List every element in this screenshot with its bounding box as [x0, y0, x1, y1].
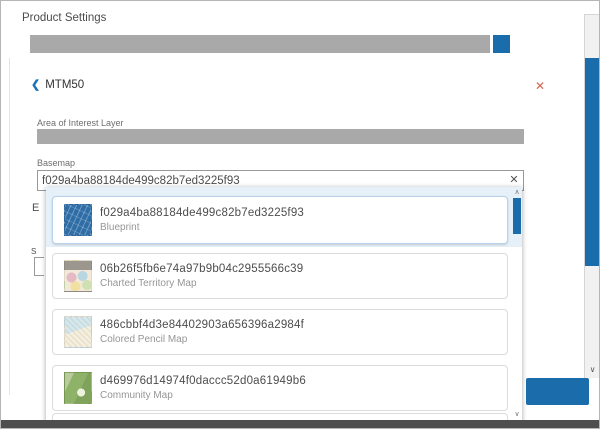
basemap-dropdown: f029a4ba88184de499c82b7ed3225f93 Bluepri… — [46, 187, 522, 429]
page-scroll-thumb[interactable] — [585, 58, 600, 266]
back-label: MTM50 — [45, 79, 84, 91]
basemap-option-blueprint[interactable]: f029a4ba88184de499c82b7ed3225f93 Bluepri… — [52, 196, 508, 244]
occluded-label-s: S — [31, 247, 36, 256]
dropdown-scroll-down-button[interactable]: ∨ — [512, 409, 522, 419]
option-name: Community Map — [100, 390, 306, 401]
option-id: d469976d14974f0daccc52d0a61949b6 — [100, 375, 306, 387]
area-of-interest-label: Area of Interest Layer — [37, 118, 124, 128]
panel-left-border — [9, 58, 10, 395]
small-blue-button[interactable] — [493, 35, 510, 53]
option-text: d469976d14974f0daccc52d0a61949b6 Communi… — [100, 375, 306, 401]
option-text: f029a4ba88184de499c82b7ed3225f93 Bluepri… — [100, 207, 304, 233]
redacted-input-bar[interactable] — [30, 35, 490, 53]
basemap-option-community[interactable]: d469976d14974f0daccc52d0a61949b6 Communi… — [52, 365, 508, 411]
option-id: f029a4ba88184de499c82b7ed3225f93 — [100, 207, 304, 219]
basemap-input[interactable] — [38, 175, 505, 187]
option-id: 06b26f5fb6e74a97b9b04c2955566c39 — [100, 263, 303, 275]
product-settings-window: Product Settings ❮ MTM50 ✕ Area of Inter… — [0, 0, 600, 429]
dropdown-scroll-thumb[interactable] — [513, 198, 521, 234]
charted-territory-thumbnail — [64, 260, 92, 292]
back-button[interactable]: ❮ MTM50 — [31, 78, 84, 91]
occluded-checkbox — [34, 257, 44, 276]
blueprint-thumbnail — [64, 204, 92, 236]
option-name: Blueprint — [100, 222, 304, 233]
chevron-left-icon: ❮ — [31, 78, 40, 91]
option-id: 486cbbf4d3e84402903a656396a2984f — [100, 319, 304, 331]
clear-input-button[interactable]: ✕ — [505, 175, 523, 186]
area-of-interest-input[interactable] — [37, 129, 524, 144]
occluded-label-e: E — [32, 202, 39, 214]
colored-pencil-thumbnail — [64, 316, 92, 348]
option-name: Colored Pencil Map — [100, 334, 304, 345]
page-title: Product Settings — [22, 12, 106, 24]
page-scroll-down-button[interactable]: ∨ — [585, 365, 600, 374]
scroll-down-icon: ∨ — [514, 411, 519, 418]
option-text: 486cbbf4d3e84402903a656396a2984f Colored… — [100, 319, 304, 345]
dropdown-scroll-up-button[interactable]: ∧ — [512, 187, 522, 197]
option-text: 06b26f5fb6e74a97b9b04c2955566c39 Charted… — [100, 263, 303, 289]
scroll-up-icon: ∧ — [514, 189, 519, 196]
window-bottom-bar — [1, 420, 600, 428]
clear-icon: ✕ — [509, 174, 518, 186]
close-button[interactable]: ✕ — [533, 76, 547, 95]
basemap-option-charted-territory[interactable]: 06b26f5fb6e74a97b9b04c2955566c39 Charted… — [52, 253, 508, 299]
basemap-label: Basemap — [37, 158, 75, 168]
basemap-option-colored-pencil[interactable]: 486cbbf4d3e84402903a656396a2984f Colored… — [52, 309, 508, 355]
submit-button[interactable] — [526, 378, 589, 405]
community-thumbnail — [64, 372, 92, 404]
option-name: Charted Territory Map — [100, 278, 303, 289]
scroll-down-icon: ∨ — [590, 365, 596, 374]
close-icon: ✕ — [535, 79, 545, 93]
